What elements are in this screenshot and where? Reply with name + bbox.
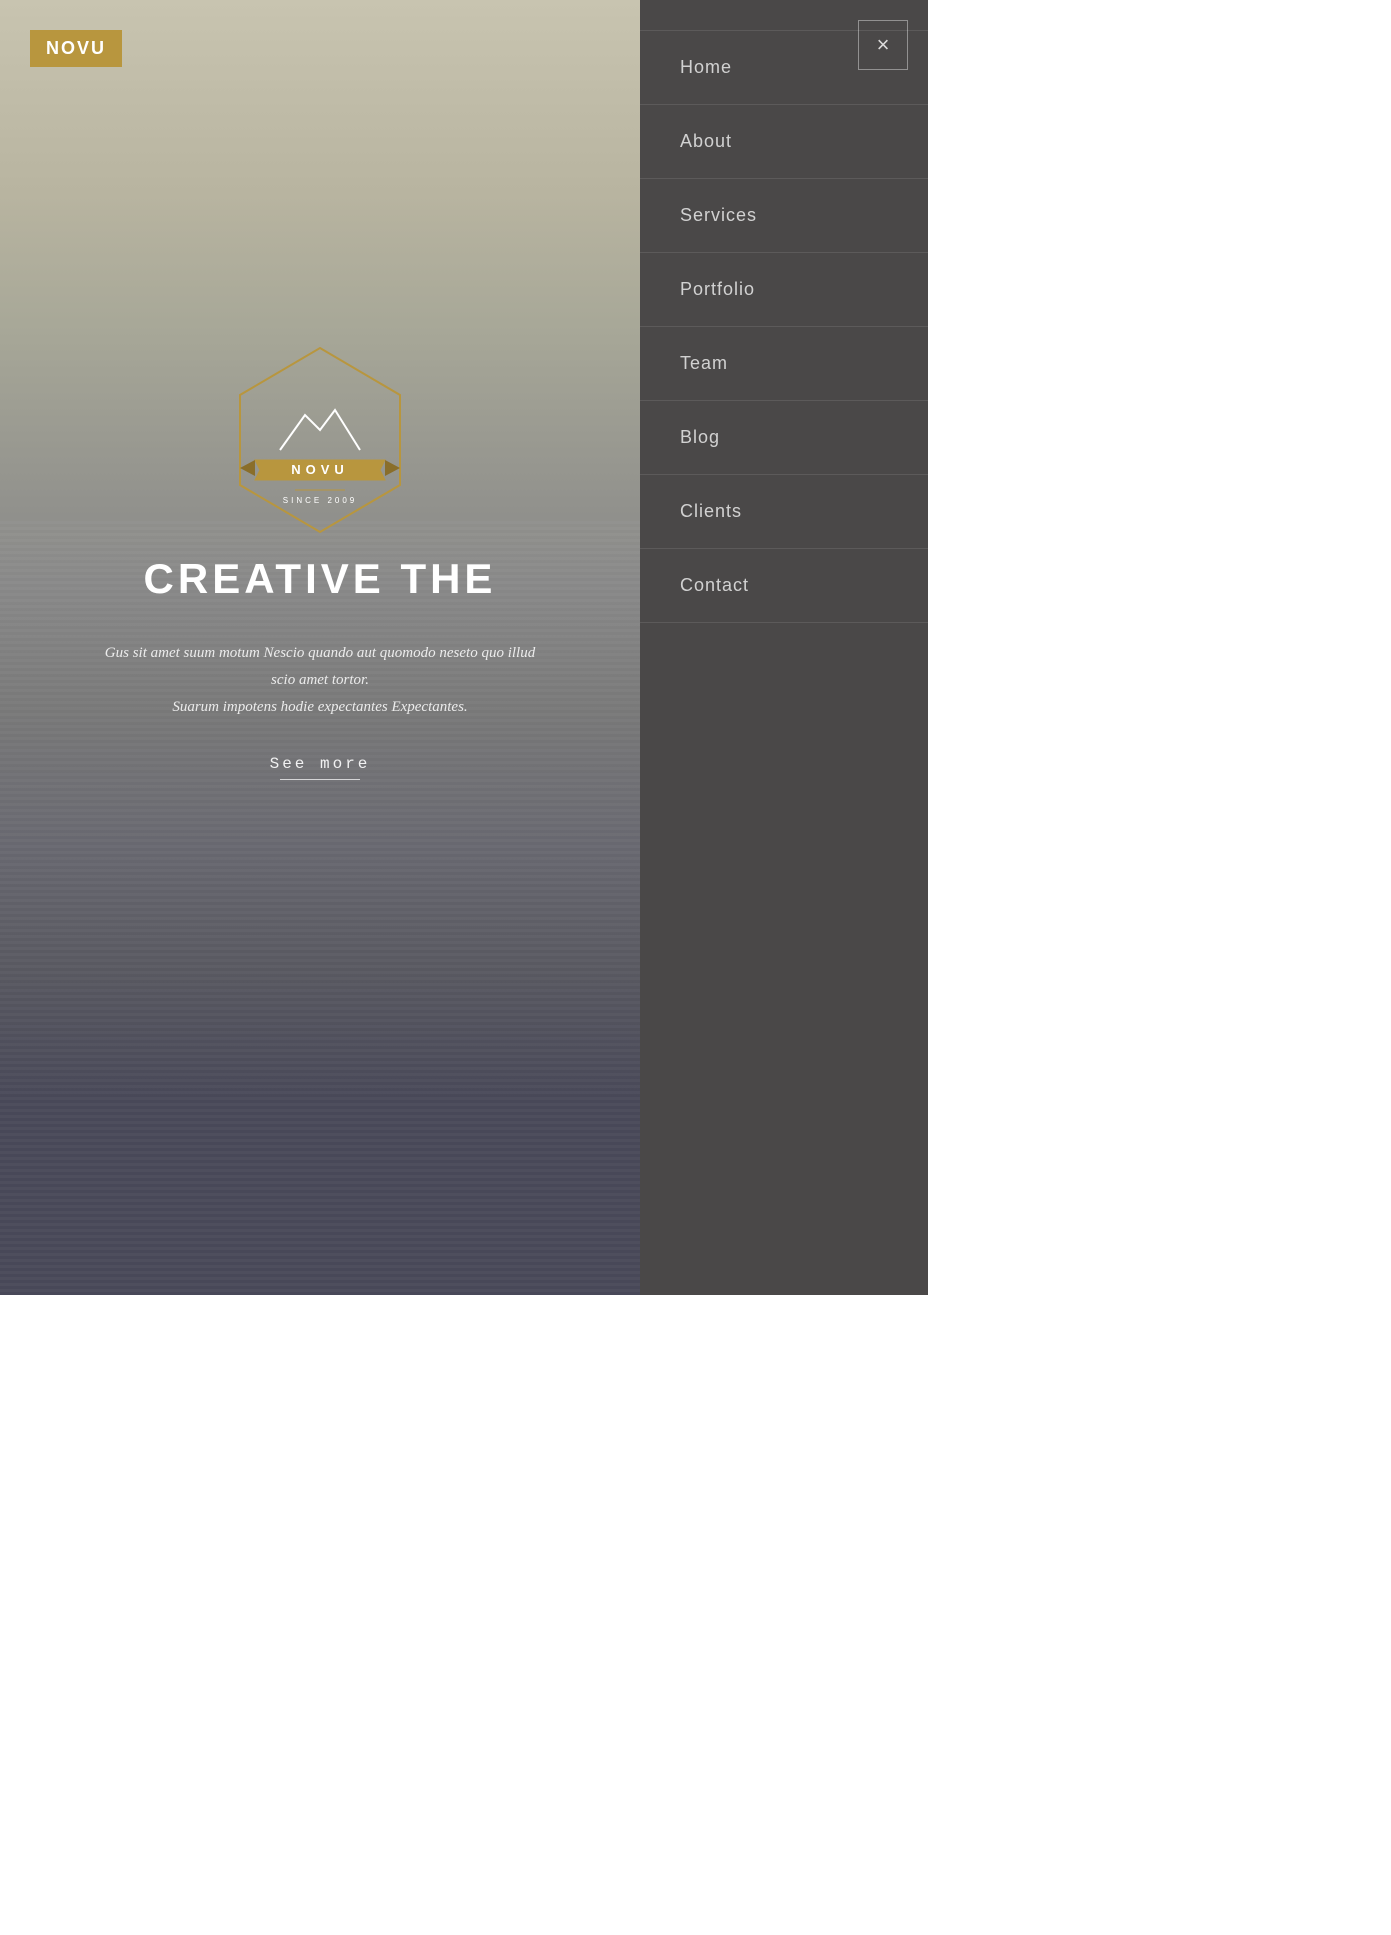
close-icon: × (877, 34, 890, 56)
see-more-underline (280, 779, 360, 780)
nav-label-blog: Blog (680, 427, 720, 447)
nav-label-contact: Contact (680, 575, 749, 595)
nav-label-services: Services (680, 205, 757, 225)
see-more-button[interactable]: See more (270, 755, 371, 773)
see-more-section: See more (50, 755, 590, 780)
svg-text:SINCE 2009: SINCE 2009 (283, 496, 357, 505)
nav-item-clients[interactable]: Clients (640, 475, 928, 549)
close-menu-button[interactable]: × (858, 20, 908, 70)
nav-label-home: Home (680, 57, 732, 77)
logo-text: NOVU (46, 38, 106, 58)
svg-text:NOVU: NOVU (291, 462, 349, 477)
nav-items: Home About Services Portfolio Team Blog Client… (640, 0, 928, 623)
nav-item-blog[interactable]: Blog (640, 401, 928, 475)
nav-item-services[interactable]: Services (640, 179, 928, 253)
hero-headline: CREATIVE THE (50, 555, 590, 603)
nav-label-about: About (680, 131, 732, 151)
center-emblem: NOVU SINCE 2009 (50, 340, 590, 540)
nav-label-team: Team (680, 353, 728, 373)
subtext-content: Gus sit amet suum motum Nescio quando au… (50, 640, 590, 721)
nav-label-portfolio: Portfolio (680, 279, 755, 299)
hero-subtext: Gus sit amet suum motum Nescio quando au… (50, 640, 590, 721)
nav-item-about[interactable]: About (640, 105, 928, 179)
nav-label-clients: Clients (680, 501, 742, 521)
nav-item-contact[interactable]: Contact (640, 549, 928, 623)
logo[interactable]: NOVU (30, 30, 122, 67)
nav-item-team[interactable]: Team (640, 327, 928, 401)
nav-item-portfolio[interactable]: Portfolio (640, 253, 928, 327)
headline-text: CREATIVE THE (144, 555, 497, 602)
nav-panel: × Home About Services Portfolio Team Blog Clie… (640, 0, 928, 1295)
